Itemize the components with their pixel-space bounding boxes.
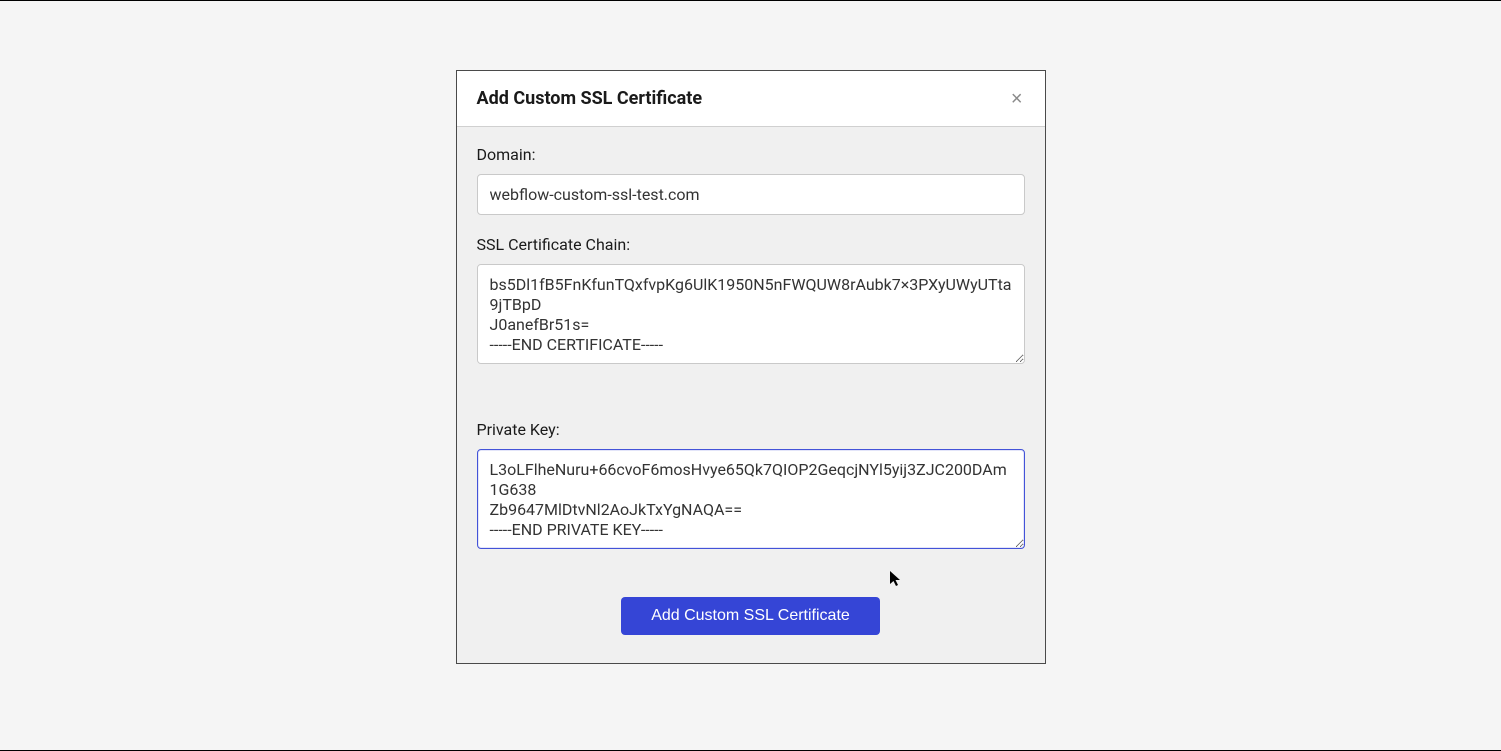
top-divider (0, 0, 1501, 1)
close-icon[interactable]: × (1009, 89, 1025, 109)
modal-header: Add Custom SSL Certificate × (457, 71, 1045, 127)
spacer (477, 388, 1025, 420)
add-certificate-button[interactable]: Add Custom SSL Certificate (621, 597, 880, 635)
cert-chain-group: SSL Certificate Chain: (477, 235, 1025, 368)
domain-label: Domain: (477, 145, 1025, 164)
modal-body: Domain: SSL Certificate Chain: Private K… (457, 127, 1045, 663)
private-key-group: Private Key: (477, 420, 1025, 553)
domain-input[interactable] (477, 174, 1025, 215)
private-key-label: Private Key: (477, 420, 1025, 439)
domain-group: Domain: (477, 145, 1025, 215)
private-key-textarea[interactable] (477, 449, 1025, 549)
cert-chain-label: SSL Certificate Chain: (477, 235, 1025, 254)
modal-title: Add Custom SSL Certificate (477, 88, 703, 109)
add-ssl-modal: Add Custom SSL Certificate × Domain: SSL… (456, 70, 1046, 664)
cert-chain-textarea[interactable] (477, 264, 1025, 364)
action-row: Add Custom SSL Certificate (477, 597, 1025, 635)
